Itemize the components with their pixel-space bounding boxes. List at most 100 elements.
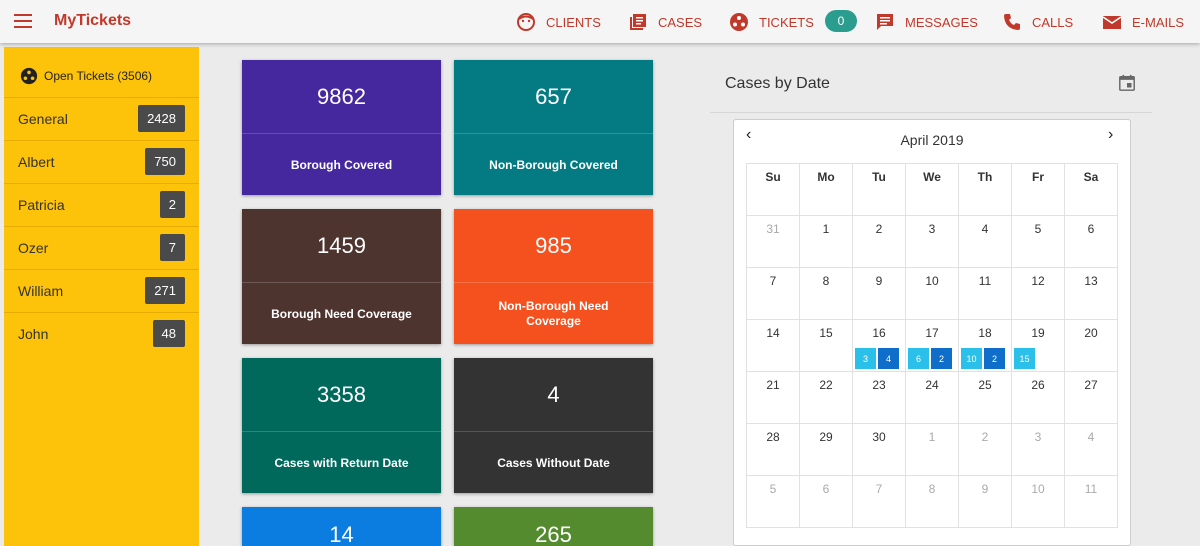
- stat-card-cases-without-date[interactable]: 4 Cases Without Date: [454, 358, 653, 493]
- calendar-day[interactable]: 3: [905, 215, 959, 268]
- nav-calls[interactable]: CALLS: [1002, 11, 1073, 33]
- sidebar-item-patricia[interactable]: Patricia 2: [4, 183, 199, 226]
- calendar-day-number: 21: [766, 378, 780, 392]
- stat-card-non-borough-need-coverage[interactable]: 985 Non-Borough Need Coverage: [454, 209, 653, 344]
- event-count-chip[interactable]: 15: [1014, 348, 1035, 369]
- calendar-day[interactable]: 14: [746, 319, 800, 372]
- calendar-day[interactable]: 4: [958, 215, 1012, 268]
- calendar-day-number: 26: [1031, 378, 1045, 392]
- event-count-chip[interactable]: 3: [855, 348, 876, 369]
- calendar-day-number: 11: [1084, 482, 1098, 496]
- nav-tickets[interactable]: TICKETS: [729, 11, 814, 33]
- calendar-day[interactable]: 31: [746, 215, 800, 268]
- calendar-day-number: 20: [1084, 326, 1098, 340]
- stat-card-8[interactable]: 265: [454, 507, 653, 546]
- event-count-chip[interactable]: 4: [878, 348, 899, 369]
- nav-emails[interactable]: E-MAILS: [1102, 11, 1184, 33]
- weekday-header: Mo: [799, 163, 853, 216]
- event-count-chip[interactable]: 2: [984, 348, 1005, 369]
- calendar-day[interactable]: 26: [1011, 371, 1065, 424]
- nav-tickets-label: TICKETS: [759, 14, 814, 30]
- calendar-day[interactable]: 7: [852, 475, 906, 528]
- calendar-day[interactable]: 24: [905, 371, 959, 424]
- calendar-day-number: 9: [981, 482, 989, 496]
- calendar-day[interactable]: 8: [905, 475, 959, 528]
- calendar-day[interactable]: 7: [746, 267, 800, 320]
- calendar-day[interactable]: 18 10 2: [958, 319, 1012, 372]
- sidebar-item-count: 7: [159, 234, 185, 261]
- sidebar-item-william[interactable]: William 271: [4, 269, 199, 312]
- sidebar-item-albert[interactable]: Albert 750: [4, 140, 199, 183]
- calendar-day[interactable]: 6: [799, 475, 853, 528]
- calendar-day[interactable]: 2: [852, 215, 906, 268]
- stat-card-cases-with-return-date[interactable]: 3358 Cases with Return Date: [242, 358, 441, 493]
- calendar-day[interactable]: 9: [852, 267, 906, 320]
- chevron-right-icon[interactable]: ›: [1108, 126, 1113, 144]
- calendar-icon[interactable]: [1118, 74, 1136, 92]
- calendar-day[interactable]: 5: [1011, 215, 1065, 268]
- calendar-day-number: 3: [1034, 430, 1042, 444]
- sidebar-item-count: 750: [145, 148, 185, 175]
- tickets-count-badge[interactable]: 0: [825, 10, 857, 32]
- calendar-day[interactable]: 9: [958, 475, 1012, 528]
- stat-card-borough-need-coverage[interactable]: 1459 Borough Need Coverage: [242, 209, 441, 344]
- stat-label: Cases with Return Date: [274, 455, 409, 470]
- calendar-day[interactable]: 30: [852, 423, 906, 476]
- event-count-chip[interactable]: 6: [908, 348, 929, 369]
- event-count-chip[interactable]: 10: [961, 348, 982, 369]
- calendar-day-number: 6: [822, 482, 830, 496]
- open-tickets-heading[interactable]: Open Tickets (3506): [20, 67, 152, 85]
- calendar-day[interactable]: 22: [799, 371, 853, 424]
- calendar-month: April 2019: [900, 132, 964, 148]
- app-title[interactable]: MyTickets: [54, 12, 131, 30]
- nav-clients[interactable]: CLIENTS: [516, 11, 601, 33]
- event-count-chip[interactable]: 2: [931, 348, 952, 369]
- nav-cases[interactable]: CASES: [628, 11, 702, 33]
- calendar-day[interactable]: 8: [799, 267, 853, 320]
- calendar-day[interactable]: 2: [958, 423, 1012, 476]
- calendar-day[interactable]: 21: [746, 371, 800, 424]
- sidebar-item-general[interactable]: General 2428: [4, 97, 199, 140]
- calendar-day[interactable]: 11: [958, 267, 1012, 320]
- calendar-day[interactable]: 20: [1064, 319, 1118, 372]
- calendar-day[interactable]: 11: [1064, 475, 1118, 528]
- menu-icon[interactable]: [14, 14, 32, 28]
- calendar-day[interactable]: 23: [852, 371, 906, 424]
- calendar-day[interactable]: 15: [799, 319, 853, 372]
- calendar-day-number: 16: [872, 326, 886, 340]
- calendar-day[interactable]: 16 3 4: [852, 319, 906, 372]
- calendar-day[interactable]: 27: [1064, 371, 1118, 424]
- calendar-day[interactable]: 29: [799, 423, 853, 476]
- calendar-day-number: 15: [819, 326, 833, 340]
- sidebar-item-john[interactable]: John 48: [4, 312, 199, 355]
- nav-calls-label: CALLS: [1032, 14, 1074, 30]
- calendar-day[interactable]: 1: [905, 423, 959, 476]
- weekday-header: Th: [958, 163, 1012, 216]
- sidebar-item-ozer[interactable]: Ozer 7: [4, 226, 199, 269]
- top-app-bar: MyTickets CLIENTS CASES TICKETS 0 MESSAG…: [0, 0, 1200, 43]
- sidebar-item-count: 2: [159, 191, 185, 218]
- calendar-day[interactable]: 12: [1011, 267, 1065, 320]
- calendar-day-number: 22: [819, 378, 833, 392]
- calendar-day[interactable]: 6: [1064, 215, 1118, 268]
- nav-messages[interactable]: MESSAGES: [875, 11, 978, 33]
- calendar-day[interactable]: 3: [1011, 423, 1065, 476]
- calendar-day[interactable]: 28: [746, 423, 800, 476]
- calendar-day[interactable]: 25: [958, 371, 1012, 424]
- calendar-day[interactable]: 17 6 2: [905, 319, 959, 372]
- calendar-day-number: 7: [875, 482, 883, 496]
- stat-value: 9862: [242, 60, 441, 134]
- stat-card-non-borough-covered[interactable]: 657 Non-Borough Covered: [454, 60, 653, 195]
- divider: [710, 112, 1152, 113]
- stat-card-7[interactable]: 14: [242, 507, 441, 546]
- calendar-day[interactable]: 4: [1064, 423, 1118, 476]
- calendar-day[interactable]: 13: [1064, 267, 1118, 320]
- calendar-grid: Su Mo Tu We Th Fr Sa 31 1 2 3 4 5 6 7 8 9 10 11 12 13 14 15 16 3…: [746, 163, 1118, 528]
- calendar-day[interactable]: 1: [799, 215, 853, 268]
- calendar-day[interactable]: 19 15: [1011, 319, 1065, 372]
- nav-emails-label: E-MAILS: [1132, 14, 1185, 30]
- stat-card-borough-covered[interactable]: 9862 Borough Covered: [242, 60, 441, 195]
- calendar-day[interactable]: 10: [905, 267, 959, 320]
- calendar-day[interactable]: 5: [746, 475, 800, 528]
- calendar-day[interactable]: 10: [1011, 475, 1065, 528]
